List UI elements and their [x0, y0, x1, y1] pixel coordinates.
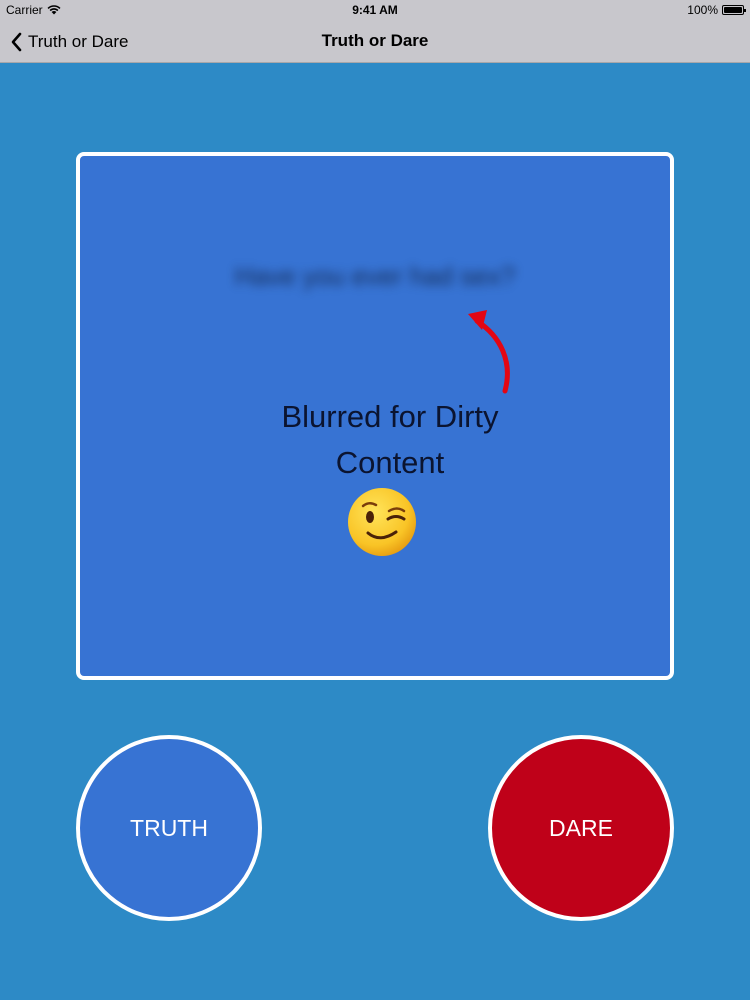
status-time: 9:41 AM	[352, 3, 398, 17]
winking-face-icon	[348, 488, 416, 556]
dare-button[interactable]: DARE	[488, 735, 674, 921]
battery-icon	[722, 5, 746, 15]
navigation-bar: Truth or Dare Truth or Dare	[0, 20, 750, 63]
red-arrow-icon	[468, 310, 510, 394]
battery-indicator: 100%	[687, 3, 746, 17]
blur-annotation: Blurred for Dirty Content	[281, 399, 499, 480]
truth-button[interactable]: TRUTH	[76, 735, 262, 921]
dare-button-label: DARE	[549, 814, 613, 841]
battery-percent: 100%	[687, 3, 718, 17]
blurred-question-text: Have you ever had sex?	[234, 261, 516, 291]
question-card: Have you ever had sex? Blurred for Dirty…	[76, 152, 674, 680]
status-bar: Carrier 9:41 AM 100%	[0, 0, 750, 20]
page-title: Truth or Dare	[321, 31, 429, 50]
truth-button-label: TRUTH	[130, 814, 208, 841]
